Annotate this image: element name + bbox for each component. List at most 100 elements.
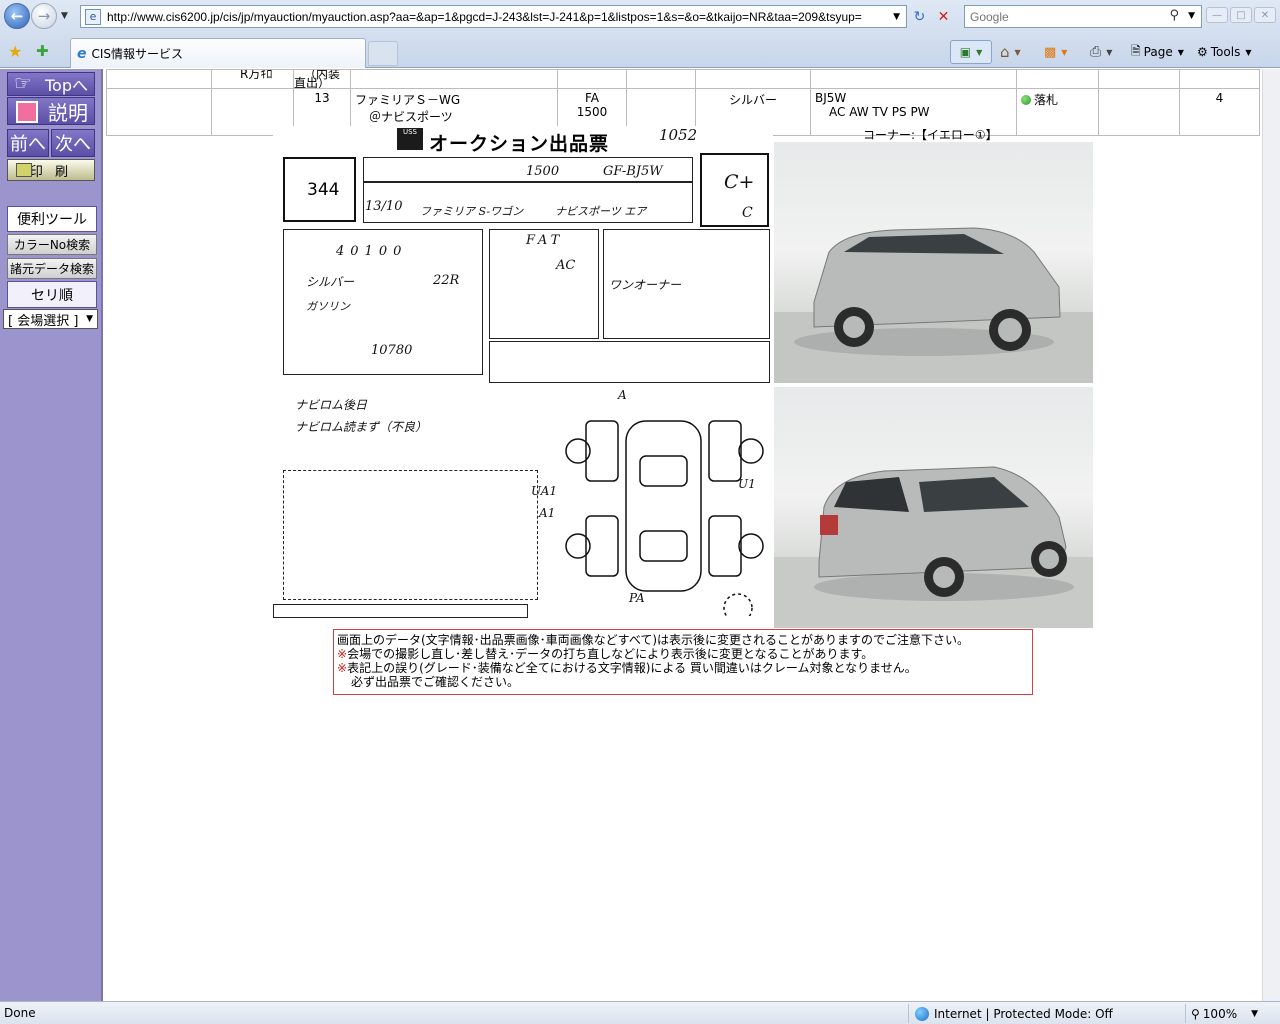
spec-search-button[interactable]: 諸元データ検索 <box>7 258 97 279</box>
prev-button[interactable]: 前へ <box>7 129 49 157</box>
refresh-button[interactable]: ↻ <box>908 5 931 28</box>
notice-mark: ※ <box>337 647 348 661</box>
status-text: Done <box>4 1006 36 1020</box>
notice-mark: ※ <box>337 661 348 675</box>
table-cell <box>1098 88 1180 136</box>
printer-icon <box>16 163 32 177</box>
search-dropdown-icon[interactable]: ▼ <box>1188 11 1195 21</box>
new-tab-button[interactable] <box>368 41 398 66</box>
table-cell <box>1016 69 1099 89</box>
search-box[interactable]: ⚲ ▼ <box>964 5 1202 28</box>
chevron-down-icon: ▼ <box>1061 47 1068 57</box>
color-value: シルバー <box>728 93 777 107</box>
table-cell <box>810 69 1017 89</box>
table-cell <box>557 69 627 89</box>
model-code: GF-BJ5W <box>603 164 663 179</box>
maximize-button[interactable]: □ <box>1230 7 1252 23</box>
color-code: 22R <box>433 273 460 288</box>
table-cell <box>1179 69 1260 89</box>
tab-bar: ★ ✚ e CIS情報サービス ▣ ▼ ⌂ ▼ ▩ ▼ ⎙ ▼ 🗎 Page ▼ ⚙ Tool… <box>0 36 1280 68</box>
grade-score: C+ <box>724 171 755 193</box>
address-dropdown-icon[interactable]: ▼ <box>893 12 900 22</box>
tab-cis[interactable]: e CIS情報サービス <box>70 38 366 68</box>
add-favorite-icon[interactable]: ✚ <box>36 42 49 60</box>
table-cell <box>1098 69 1180 89</box>
chevron-down-icon: ▼ <box>1245 47 1252 57</box>
search-icon[interactable]: ⚲ <box>1169 8 1179 23</box>
sheet-title: オークション出品票 <box>429 133 610 155</box>
car-name: ファミリア S-ワゴン <box>420 205 524 218</box>
connect-button[interactable]: ▣ ▼ <box>950 40 992 64</box>
zoom-value: 100% <box>1202 1006 1238 1021</box>
auction-sheet-image[interactable]: USS オークション出品票 1052 344 1500 GF-BJ5W 13/1… <box>273 126 773 626</box>
model-name: ファミリアＳ－WG <box>355 93 461 107</box>
size-box <box>273 604 528 618</box>
tools-menu[interactable]: ⚙ Tools ▼ <box>1197 40 1251 64</box>
notice-line-2: 会場での撮影し直し･差し替え･データの打ち直しなどにより表示後に変更となることが… <box>347 647 874 661</box>
table-cell <box>350 69 558 89</box>
status-bar: Done Internet | Protected Mode: Off ⚲ 10… <box>0 1001 1280 1024</box>
mileage: 40100 <box>336 244 408 259</box>
diagram-mark-ua1: UA1 <box>531 484 558 498</box>
diagram-mark-u1: U1 <box>738 477 756 491</box>
selling-point: ワンオーナー <box>609 278 682 292</box>
print-button[interactable]: 印 刷 <box>7 159 95 181</box>
history-dropdown-icon[interactable]: ▼ <box>61 11 68 21</box>
top-button[interactable]: ☞ Topへ <box>7 71 95 96</box>
chevron-down-icon: ▼ <box>1177 47 1184 57</box>
back-arrow-icon: ← <box>10 7 24 25</box>
security-zone[interactable]: Internet | Protected Mode: Off <box>908 1004 1183 1023</box>
vertical-scrollbar[interactable] <box>1262 69 1280 1001</box>
favorites-star-icon[interactable]: ★ <box>8 42 22 61</box>
home-button[interactable]: ⌂ ▼ <box>1000 40 1021 64</box>
close-window-button[interactable]: ✕ <box>1254 7 1276 23</box>
car-front-icon <box>774 227 1093 383</box>
diagram-mark-pa: PA <box>629 591 645 605</box>
auction-order-button[interactable]: セリ順 <box>7 281 97 308</box>
interior-score: C <box>742 205 753 221</box>
page-menu[interactable]: 🗎 Page ▼ <box>1131 40 1184 64</box>
notice-line-3: 表記上の誤り(グレード･装備など全てにおける文字情報)による 買い間違いはクレー… <box>347 661 917 675</box>
forward-button[interactable]: → <box>31 3 57 29</box>
sheet-grade: ナビスポーツ エア <box>555 205 647 218</box>
car-photo-front[interactable] <box>774 142 1093 383</box>
print-toolbar-button[interactable]: ⎙ ▼ <box>1090 40 1112 64</box>
uss-logo: USS <box>397 128 423 150</box>
color-search-button[interactable]: カラーNo検索 <box>7 234 97 255</box>
venue-select[interactable]: [ 会場選択 ] ▼ <box>3 309 98 329</box>
sheet-aircon: AC <box>556 258 576 273</box>
car-rear-icon <box>774 466 1093 628</box>
back-button[interactable]: ← <box>4 3 30 29</box>
notice-row-3: ※表記上の誤り(グレード･装備など全てにおける文字情報)による 買い間違いはクレ… <box>337 661 1029 675</box>
connect-icon: ▣ <box>959 45 972 59</box>
hand-number: 1052 <box>659 126 698 144</box>
left-navigation: ☞ Topへ 説明 前へ 次へ 印 刷 便利ツール カラーNo検索 諸元データ検… <box>0 69 103 1001</box>
car-photo-rear[interactable] <box>774 387 1093 628</box>
lot-number: 344 <box>307 180 340 200</box>
shift-value: FA <box>584 91 599 105</box>
prev-button-label: 前へ <box>10 134 46 155</box>
explain-button-label: 説明 <box>48 100 88 125</box>
registration-box <box>489 341 770 383</box>
tools-heading: 便利ツール <box>7 206 97 232</box>
address-bar[interactable]: e http://www.cis6200.jp/cis/jp/myauction… <box>80 5 907 28</box>
note-1: ナビロム後日 <box>295 398 368 412</box>
status-dot-icon <box>1021 95 1031 105</box>
explain-button[interactable]: 説明 <box>7 97 95 125</box>
printer-icon: ⎙ <box>1090 44 1102 60</box>
zoom-control[interactable]: ⚲ 100% ▼ <box>1185 1004 1275 1023</box>
chassis-value: BJ5W <box>815 91 847 105</box>
inspector-report-box <box>283 470 538 600</box>
page-icon: 🗎 <box>1131 43 1141 58</box>
next-button[interactable]: 次へ <box>51 129 95 157</box>
zoom-icon: ⚲ <box>1191 1006 1200 1021</box>
url-text[interactable]: http://www.cis6200.jp/cis/jp/myauction/m… <box>107 10 887 24</box>
home-icon: ⌂ <box>1000 43 1010 61</box>
stop-button[interactable]: ✕ <box>932 5 955 28</box>
tools-menu-label: Tools <box>1210 45 1241 59</box>
gear-icon: ⚙ <box>1197 45 1208 59</box>
page-menu-label: Page <box>1143 45 1173 59</box>
search-input[interactable] <box>970 9 1160 24</box>
feeds-button[interactable]: ▩ ▼ <box>1044 40 1067 64</box>
minimize-button[interactable]: — <box>1206 7 1228 23</box>
